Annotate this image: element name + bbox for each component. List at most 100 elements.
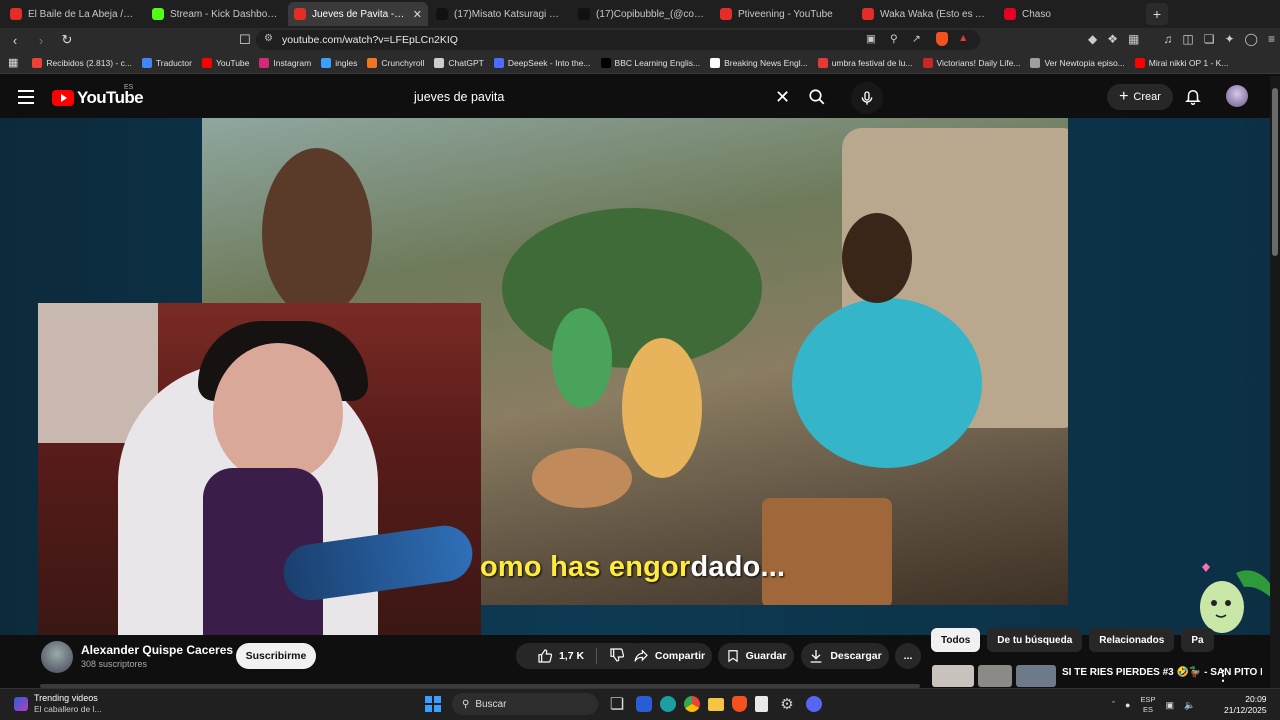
edge-icon[interactable] <box>660 696 676 712</box>
site-info-icon[interactable]: ⚙ <box>264 33 273 44</box>
sidebar-icon[interactable]: ◫ <box>1182 32 1193 48</box>
related-more-icon[interactable]: ⋮ <box>1216 667 1230 684</box>
menu-icon[interactable]: ≡ <box>1268 32 1275 48</box>
browser-tab[interactable]: (17)Misato Katsuragi Cosplay <box>430 2 570 26</box>
account-avatar[interactable] <box>1226 85 1248 107</box>
tray-chevron-up-icon[interactable]: ˆ <box>1112 700 1115 710</box>
tabs-icon[interactable]: ❏ <box>1204 32 1215 48</box>
bookmark-item[interactable]: ingles <box>321 57 357 68</box>
widgets-button[interactable]: Trending videos El caballero de l... <box>14 693 102 715</box>
music-icon[interactable]: ♫ <box>1163 32 1172 48</box>
bookmark-item[interactable]: ChatGPT <box>434 57 484 68</box>
bookmark-item[interactable]: Victorians! Daily Life... <box>922 57 1020 68</box>
youtube-logo[interactable]: YouTube <box>52 88 144 108</box>
vpn-icon[interactable]: ◯ <box>1245 32 1258 48</box>
share-page-icon[interactable]: ↗ <box>912 33 921 45</box>
browser-tab[interactable]: Waka Waka (Esto es Africa) (Ca <box>856 2 996 26</box>
channel-name[interactable]: Alexander Quispe Caceres <box>81 643 233 657</box>
search-button[interactable] <box>802 84 832 110</box>
browser-tab[interactable]: El Baile de La Abeja /El Club de <box>4 2 144 26</box>
tab-title: Waka Waka (Esto es Africa) (Ca <box>880 8 990 20</box>
notifications-button[interactable] <box>1184 86 1202 111</box>
start-windows-icon[interactable] <box>422 693 444 715</box>
forward-icon[interactable]: › <box>30 29 52 51</box>
document-app-icon[interactable] <box>755 696 768 712</box>
youtube-wordmark: YouTube <box>77 88 144 107</box>
back-icon[interactable]: ‹ <box>4 29 26 51</box>
extension-icon[interactable]: ◆ <box>1088 32 1097 48</box>
download-button[interactable]: Descargar <box>801 643 889 669</box>
bookmark-icon[interactable]: ☐ <box>234 29 256 51</box>
voice-search-button[interactable] <box>851 82 883 114</box>
bookmark-favicon-icon <box>32 57 43 68</box>
bookmark-item[interactable]: Traductor <box>141 57 192 68</box>
screen-cast-icon[interactable]: ▣ <box>866 33 876 45</box>
file-explorer-icon[interactable] <box>708 697 724 711</box>
save-button[interactable]: Guardar <box>718 643 794 669</box>
browser-tab[interactable]: Ptiveening - YouTube <box>714 2 854 26</box>
bookmark-item[interactable]: Ver Newtopia episo... <box>1030 57 1125 68</box>
taskbar-search[interactable]: ⚲ Buscar <box>452 693 598 715</box>
like-button[interactable]: 1,7 K <box>537 648 584 664</box>
brave-rewards-icon[interactable]: ▲ <box>958 32 968 44</box>
search-input[interactable]: jueves de pavita <box>402 83 800 111</box>
zoom-icon[interactable]: ⚲ <box>890 33 898 45</box>
bookmark-item[interactable]: Breaking News Engl... <box>710 57 808 68</box>
bookmark-item[interactable]: Crunchyroll <box>367 57 424 68</box>
subscribe-button[interactable]: Suscribirme <box>236 643 316 669</box>
bookmark-item[interactable]: Instagram <box>259 57 311 68</box>
new-tab-button[interactable]: + <box>1146 3 1168 25</box>
browser-tab[interactable]: Jueves de Pavita - Los P ✕ <box>288 2 428 26</box>
tab-title: (17)Misato Katsuragi Cosplay <box>454 8 564 20</box>
wallet-icon[interactable]: ▦ <box>1128 32 1139 48</box>
bookmark-item[interactable]: BBC Learning Englis... <box>600 57 700 68</box>
channel-avatar[interactable] <box>41 641 73 673</box>
url-field[interactable]: ⚙ youtube.com/watch?v=LFEpLCn2KIQ ▣ ⚲ ↗ … <box>256 30 980 50</box>
related-video-item[interactable]: SI TE RIES PIERDES #3 🤣🦆 - SAN PITO PATO… <box>932 665 1262 687</box>
ai-icon[interactable]: ✦ <box>1224 32 1234 48</box>
dislike-button[interactable] <box>609 647 625 666</box>
language-bottom: ES <box>1142 705 1153 714</box>
vertical-scrollbar-thumb[interactable] <box>1272 88 1278 256</box>
taskbar-clock[interactable]: 20:09 21/12/2025 <box>1224 694 1267 716</box>
bookmark-label: YouTube <box>215 57 250 68</box>
reload-icon[interactable]: ↻ <box>56 29 78 51</box>
thumbs-up-icon <box>538 649 553 663</box>
tray-mic-icon[interactable]: ● <box>1125 700 1130 710</box>
browser-tab[interactable]: (17)Copibubble_(@copibubb <box>572 2 712 26</box>
tray-volume-icon[interactable]: 🔈 <box>1184 700 1195 711</box>
share-icon <box>634 649 648 662</box>
filter-chip[interactable]: Todos <box>931 628 981 652</box>
bookmark-item[interactable]: Mirai nikki OP 1 - K... <box>1134 57 1228 68</box>
store-icon[interactable] <box>636 696 652 712</box>
brave-shield-icon[interactable] <box>936 32 948 46</box>
clear-search-icon[interactable]: ✕ <box>775 87 790 108</box>
tray-display-icon[interactable]: ▣ <box>1165 700 1174 711</box>
bookmark-item[interactable]: Recibidos (2.813) - c... <box>32 57 132 68</box>
create-button[interactable]: + Crear <box>1107 84 1173 110</box>
task-view-icon[interactable]: ❏ <box>606 693 628 715</box>
discord-icon[interactable] <box>806 696 822 712</box>
brave-icon[interactable] <box>732 696 747 712</box>
chrome-icon[interactable] <box>684 696 700 712</box>
share-button[interactable]: Compartir <box>626 643 712 669</box>
input-language[interactable]: ESP ES <box>1140 695 1155 715</box>
apps-grid-icon[interactable]: ▦ <box>8 56 18 69</box>
filter-chip[interactable]: Pa <box>1181 628 1214 652</box>
bookmark-label: Breaking News Engl... <box>724 57 808 68</box>
browser-tab[interactable]: Chaso <box>998 2 1138 26</box>
browser-tab[interactable]: Stream - Kick Dashboard <box>146 2 286 26</box>
bookmark-item[interactable]: DeepSeek - Into the... <box>493 57 591 68</box>
settings-gear-icon[interactable]: ⚙ <box>776 693 798 715</box>
tab-close-icon[interactable]: ✕ <box>413 8 422 21</box>
filter-chip[interactable]: Relacionados <box>1089 628 1175 652</box>
tab-favicon-icon <box>862 8 874 20</box>
webcam-overlay <box>38 303 481 635</box>
more-actions-button[interactable]: ... <box>895 643 921 669</box>
bookmark-item[interactable]: umbra festival de lu... <box>817 57 913 68</box>
puzzle-icon[interactable]: ❖ <box>1107 32 1118 48</box>
menu-hamburger-icon[interactable] <box>18 90 34 104</box>
url-text: youtube.com/watch?v=LFEpLCn2KIQ <box>282 34 458 46</box>
bookmark-item[interactable]: YouTube <box>201 57 250 68</box>
filter-chip[interactable]: De tu búsqueda <box>987 628 1083 652</box>
